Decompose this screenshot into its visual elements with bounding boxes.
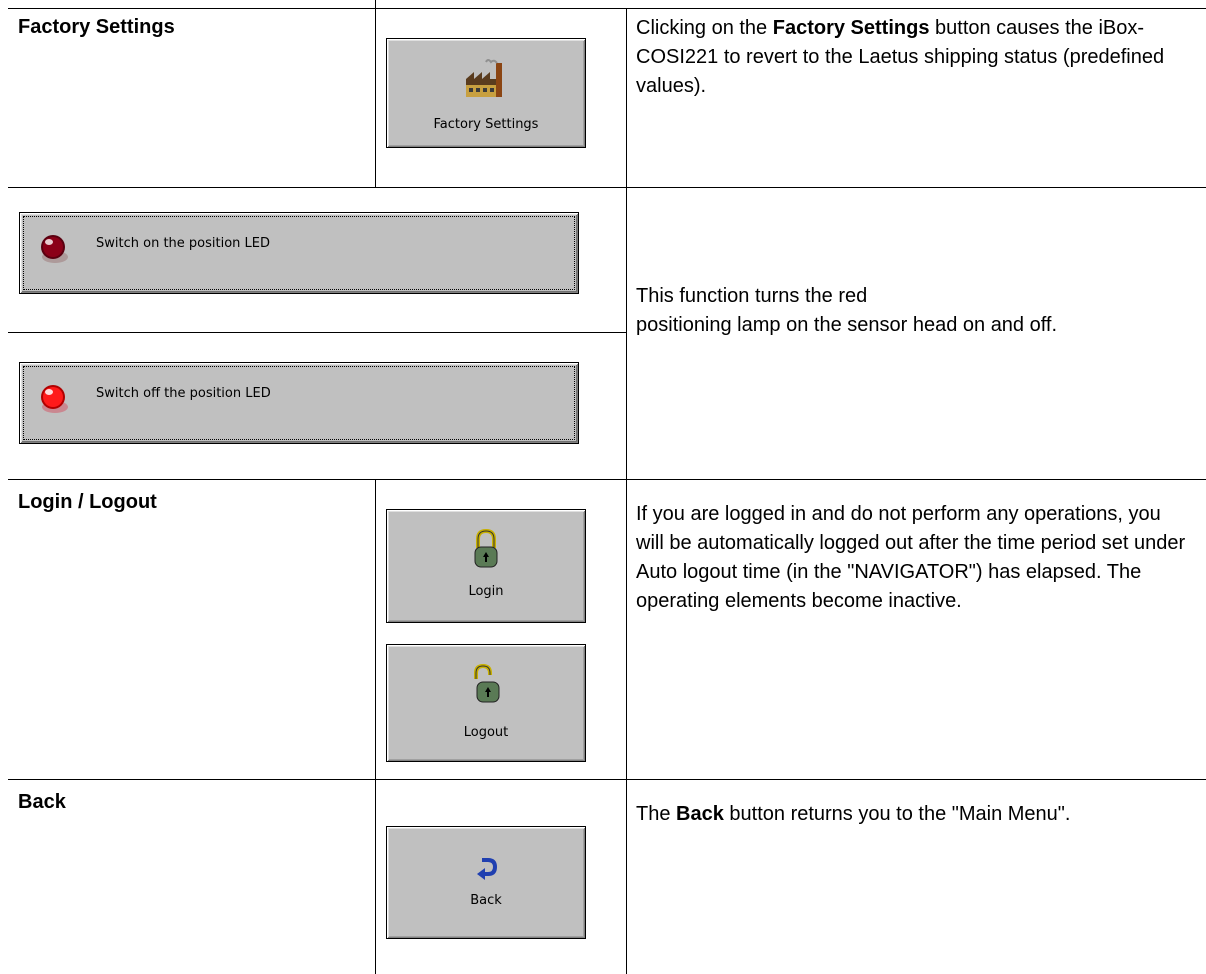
padlock-open-icon xyxy=(471,663,501,709)
red-led-dark-icon xyxy=(38,227,72,271)
led-description: This function turns the red positioning … xyxy=(636,282,1204,340)
row-divider-2 xyxy=(8,479,1206,480)
back-button[interactable]: Back xyxy=(386,826,586,939)
logout-button-label: Logout xyxy=(463,725,509,740)
factory-settings-button-label: Factory Settings xyxy=(433,117,539,132)
column-divider-left xyxy=(375,479,376,974)
back-label: Back xyxy=(18,791,66,813)
row-divider-3 xyxy=(8,779,1206,780)
led-description-line-1: This function turns the red xyxy=(636,285,868,307)
switch-on-led-button-label: Switch on the position LED xyxy=(96,236,270,251)
login-button-label: Login xyxy=(468,584,504,599)
back-arrow-icon xyxy=(474,857,498,885)
login-logout-description: If you are logged in and do not perform … xyxy=(636,503,1186,612)
row-divider-1 xyxy=(8,187,1206,188)
switch-on-led-button[interactable]: Switch on the position LED xyxy=(19,212,579,294)
factory-icon xyxy=(464,59,508,103)
switch-off-led-button-label: Switch off the position LED xyxy=(96,386,271,401)
column-divider-left xyxy=(375,0,376,188)
factory-settings-button[interactable]: Factory Settings xyxy=(386,38,586,148)
switch-off-led-button[interactable]: Switch off the position LED xyxy=(19,362,579,444)
login-logout-label: Login / Logout xyxy=(18,491,157,513)
red-led-bright-icon xyxy=(38,377,72,421)
table-border-top xyxy=(8,8,1206,9)
column-divider-right xyxy=(626,8,627,974)
led-description-line-2: positioning lamp on the sensor head on a… xyxy=(636,314,1058,336)
padlock-closed-icon xyxy=(471,528,501,574)
back-button-label: Back xyxy=(470,893,502,908)
factory-settings-description: Clicking on the Factory Settings button … xyxy=(636,17,1165,97)
back-description: The Back button returns you to the "Main… xyxy=(636,803,1071,825)
factory-settings-label: Factory Settings xyxy=(18,16,175,38)
logout-button[interactable]: Logout xyxy=(386,644,586,762)
login-button[interactable]: Login xyxy=(386,509,586,623)
row-divider-led xyxy=(8,332,626,333)
